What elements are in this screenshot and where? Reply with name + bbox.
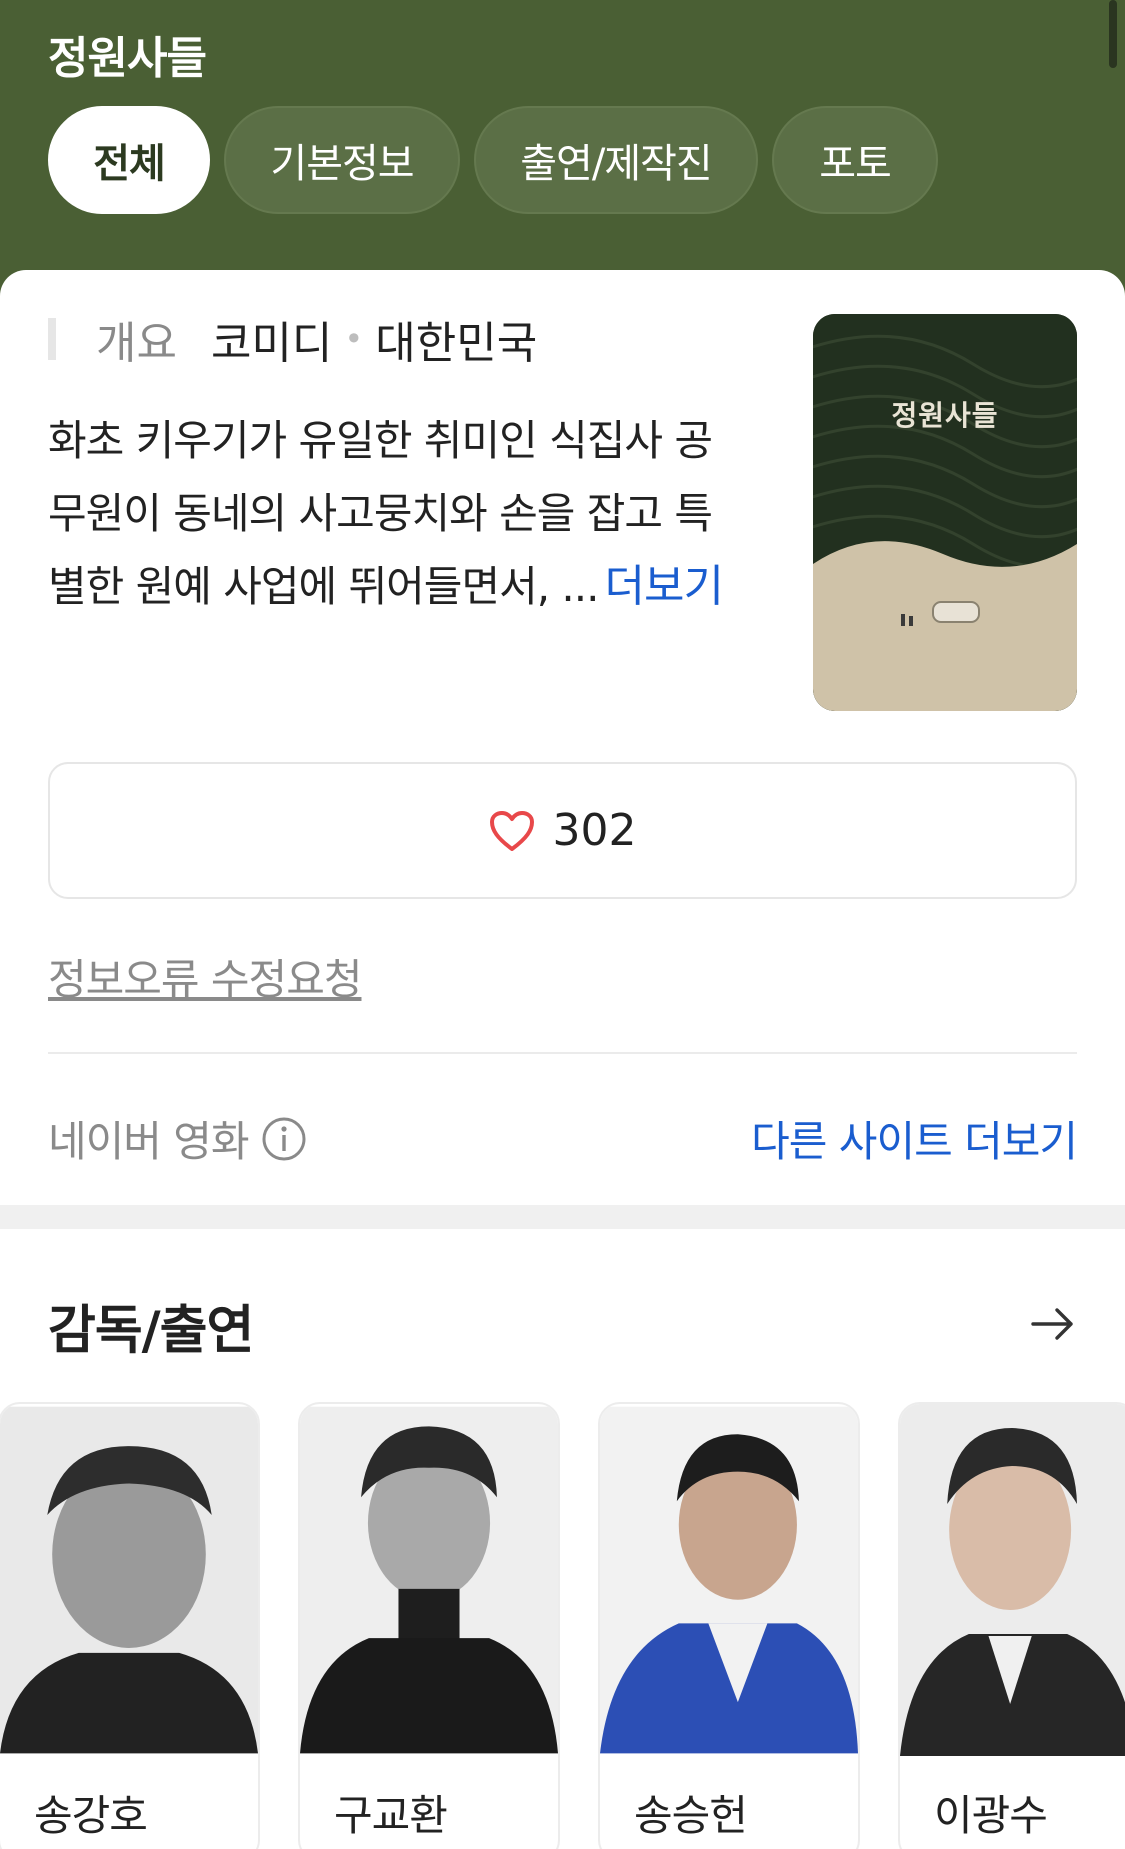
overview-row: 개요 코미디 • 대한민국 xyxy=(48,312,537,369)
overview-bar xyxy=(48,318,56,360)
cast-name: 송강호 xyxy=(34,1791,148,1840)
info-card: 개요 코미디 • 대한민국 화초 키우기가 유일한 취미인 식집사 공 무원이 … xyxy=(0,270,1125,1849)
genre: 코미디 xyxy=(210,318,333,369)
synopsis-line: 무원이 동네의 사고뭉치와 손을 잡고 특 xyxy=(48,489,713,538)
overview-label: 개요 xyxy=(96,318,177,369)
divider xyxy=(48,1052,1077,1054)
cast-list: 송강호 구교환 송승헌 이광수 xyxy=(0,1402,1125,1849)
separator-dot: • xyxy=(344,320,364,358)
tab-all[interactable]: 전체 xyxy=(48,106,210,214)
cast-card[interactable]: 이광수 xyxy=(898,1402,1125,1849)
other-sites-link[interactable]: 다른 사이트 더보기 xyxy=(751,1108,1078,1169)
cast-section-title: 감독/출연 xyxy=(48,1301,254,1361)
like-count: 302 xyxy=(552,805,637,856)
more-link[interactable]: 더보기 xyxy=(605,561,724,612)
cast-name: 이광수 xyxy=(934,1791,1048,1840)
poster-title: 정원사들 xyxy=(891,399,999,432)
synopsis-line: 별한 원예 사업에 뛰어들면서, ... 더보기 xyxy=(48,550,768,623)
cast-name: 송승헌 xyxy=(634,1791,748,1840)
cast-card[interactable]: 구교환 xyxy=(298,1402,560,1849)
synopsis-line-text: 별한 원예 사업에 뛰어들면서, ... xyxy=(48,562,599,611)
tab-cast-crew[interactable]: 출연/제작진 xyxy=(474,106,758,214)
page-title: 정원사들 xyxy=(48,33,207,84)
tab-photo[interactable]: 포토 xyxy=(772,106,938,214)
scroll-indicator[interactable] xyxy=(1109,0,1117,68)
source-label: 네이버 영화 xyxy=(48,1117,250,1166)
cast-card[interactable]: 송강호 xyxy=(0,1402,260,1849)
section-gap xyxy=(0,1205,1125,1229)
cast-photo xyxy=(300,1406,558,1754)
synopsis-line: 화초 키우기가 유일한 취미인 식집사 공 xyxy=(48,416,713,465)
cast-name: 구교환 xyxy=(334,1791,448,1840)
heart-icon xyxy=(489,810,534,851)
cast-photo xyxy=(0,1406,258,1754)
tab-basic-info[interactable]: 기본정보 xyxy=(224,106,460,214)
info-icon[interactable] xyxy=(261,1116,307,1162)
cast-card[interactable]: 송승헌 xyxy=(598,1402,860,1849)
tab-bar: 전체 기본정보 출연/제작진 포토 xyxy=(48,106,938,214)
poster-art xyxy=(813,314,1077,711)
like-button[interactable]: 302 xyxy=(48,762,1077,899)
cast-photo xyxy=(600,1406,858,1754)
arrow-right-icon[interactable] xyxy=(1029,1300,1077,1348)
country: 대한민국 xyxy=(375,318,538,369)
poster-image[interactable]: 정원사들 xyxy=(813,314,1077,711)
report-error-link[interactable]: 정보오류 수정요청 xyxy=(48,946,362,1007)
source-row: 네이버 영화 xyxy=(48,1108,307,1169)
header: 정원사들 전체 기본정보 출연/제작진 포토 xyxy=(0,0,1125,300)
cast-photo xyxy=(900,1404,1125,1756)
synopsis: 화초 키우기가 유일한 취미인 식집사 공 무원이 동네의 사고뭉치와 손을 잡… xyxy=(48,404,768,623)
